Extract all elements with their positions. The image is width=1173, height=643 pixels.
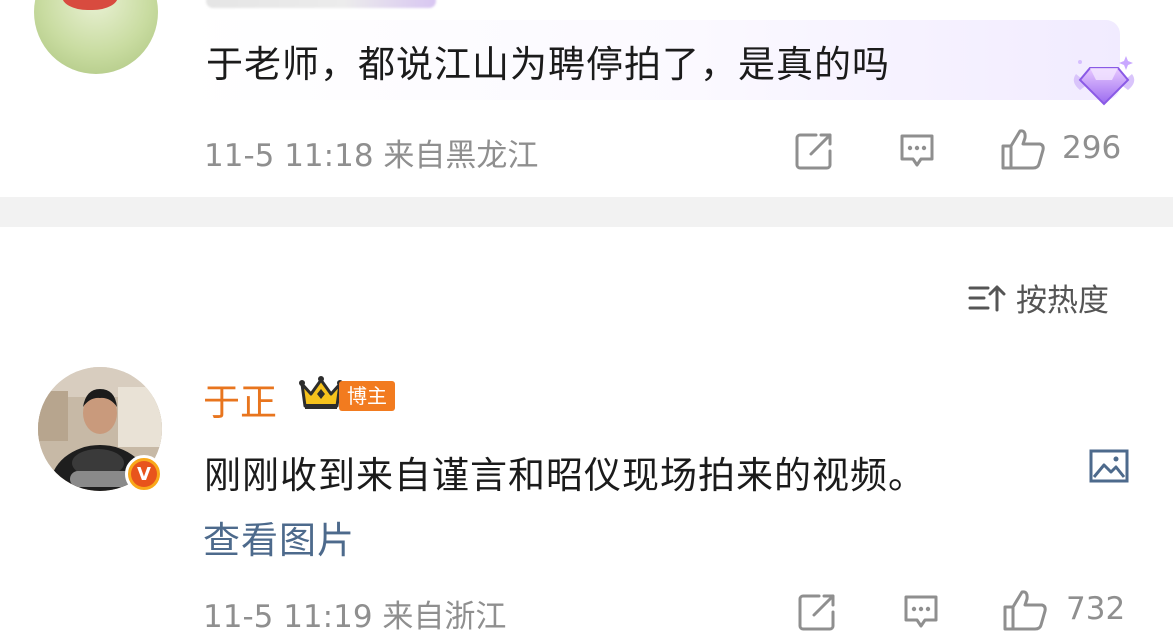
comment-icon[interactable] <box>897 131 937 171</box>
view-images-link[interactable]: 查看图片 <box>203 510 355 564</box>
comment-time: 11-5 11:18 <box>204 138 374 174</box>
like-icon[interactable] <box>1002 588 1048 632</box>
comment-meta: 11-5 11:19 来自浙江 <box>203 591 506 636</box>
crown-icon <box>299 376 343 409</box>
image-icon[interactable] <box>1089 449 1129 483</box>
comment-location: 来自浙江 <box>382 599 507 635</box>
sort-icon <box>968 285 1006 311</box>
like-count: 732 <box>1066 591 1126 627</box>
share-icon[interactable] <box>797 592 837 632</box>
verified-mark: V <box>131 461 157 487</box>
comment-text: 于老师，都说江山为聘停拍了，是真的吗 <box>206 43 890 86</box>
author-name[interactable]: 于正 <box>203 372 277 426</box>
sort-label: 按热度 <box>1016 283 1109 319</box>
comment-text: 刚刚收到来自谨言和昭仪现场拍来的视频。 <box>204 454 926 497</box>
like-icon[interactable] <box>1000 127 1046 171</box>
comment-meta: 11-5 11:18 来自黑龙江 <box>204 130 538 175</box>
gem-badge-icon <box>1073 56 1135 106</box>
verified-badge-icon: V <box>125 455 163 493</box>
section-divider <box>0 197 1173 227</box>
sort-by-hot-button[interactable]: 按热度 <box>968 275 1109 320</box>
blogger-badge: 博主 <box>339 381 395 411</box>
commenter-avatar[interactable] <box>34 0 158 74</box>
comment-icon[interactable] <box>901 592 941 632</box>
comment-location: 来自黑龙江 <box>383 138 539 174</box>
share-icon[interactable] <box>794 131 834 171</box>
commenter-name-blurred[interactable] <box>206 0 436 8</box>
comment-time: 11-5 11:19 <box>203 599 373 635</box>
like-count: 296 <box>1062 130 1122 166</box>
